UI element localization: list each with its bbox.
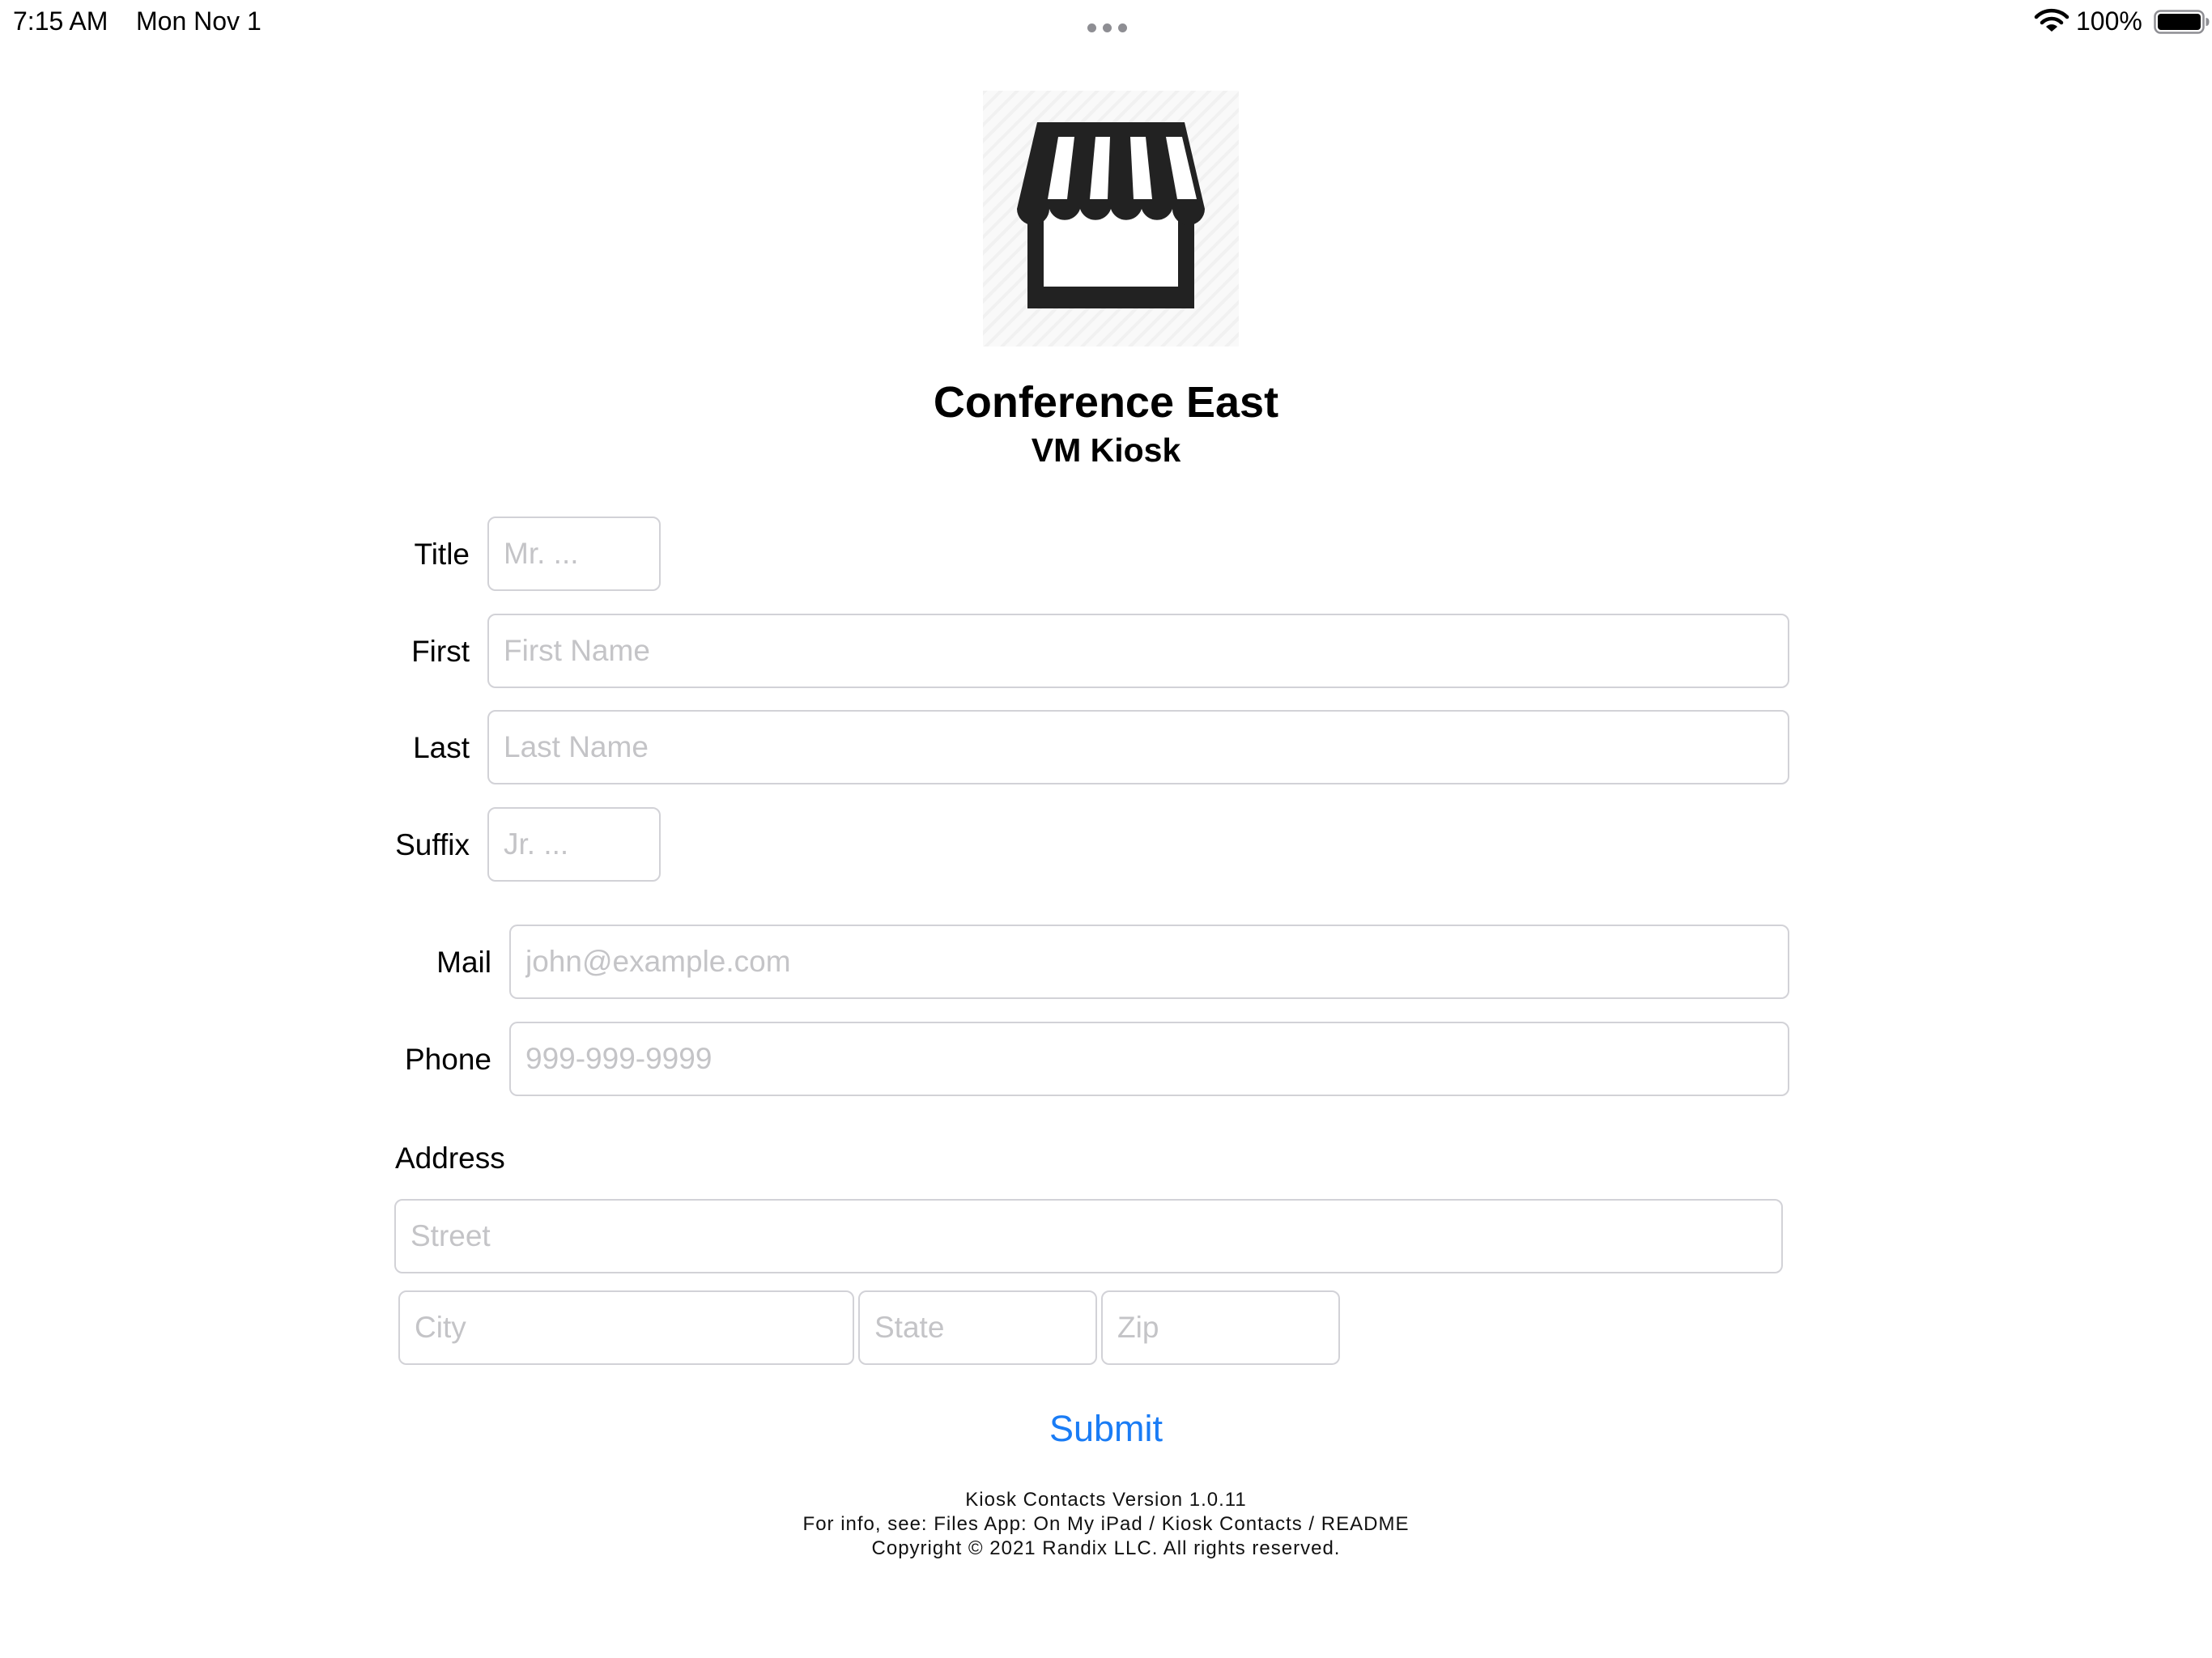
mail-label: Mail bbox=[436, 946, 491, 979]
last-name-label: Last bbox=[413, 731, 470, 764]
first-name-field[interactable] bbox=[487, 614, 1789, 688]
organization-title: Conference East bbox=[933, 378, 1279, 427]
street-field[interactable] bbox=[394, 1199, 1783, 1273]
submit-button[interactable]: Submit bbox=[985, 1401, 1227, 1456]
battery-percent: 100% bbox=[2076, 6, 2142, 36]
status-date: Mon Nov 1 bbox=[136, 6, 262, 36]
address-label: Address bbox=[395, 1141, 505, 1175]
phone-label: Phone bbox=[405, 1043, 491, 1076]
suffix-field[interactable] bbox=[487, 807, 661, 882]
city-field[interactable] bbox=[398, 1290, 854, 1365]
title-label: Title bbox=[414, 538, 470, 571]
store-logo bbox=[983, 91, 1239, 346]
suffix-label: Suffix bbox=[395, 828, 470, 861]
kiosk-contact-screen: 7:15 AM Mon Nov 1 100% Conference East V… bbox=[0, 0, 2212, 1658]
footer-version: Kiosk Contacts Version 1.0.11 bbox=[965, 1489, 1247, 1511]
wifi-icon bbox=[2034, 8, 2069, 32]
kiosk-subtitle: VM Kiosk bbox=[1031, 432, 1181, 469]
email-field[interactable] bbox=[509, 925, 1789, 999]
battery-icon bbox=[2154, 10, 2210, 34]
first-name-label: First bbox=[411, 635, 470, 668]
storefront-awning-icon bbox=[1017, 122, 1205, 308]
last-name-field[interactable] bbox=[487, 710, 1789, 784]
footer-info: For info, see: Files App: On My iPad / K… bbox=[802, 1513, 1410, 1535]
status-time: 7:15 AM bbox=[13, 6, 108, 36]
multitasking-dots-icon[interactable] bbox=[1087, 23, 1136, 33]
footer-copyright: Copyright © 2021 Randix LLC. All rights … bbox=[871, 1537, 1341, 1559]
phone-field[interactable] bbox=[509, 1022, 1789, 1096]
state-field[interactable] bbox=[858, 1290, 1097, 1365]
title-field[interactable] bbox=[487, 517, 661, 591]
zip-field[interactable] bbox=[1101, 1290, 1340, 1365]
